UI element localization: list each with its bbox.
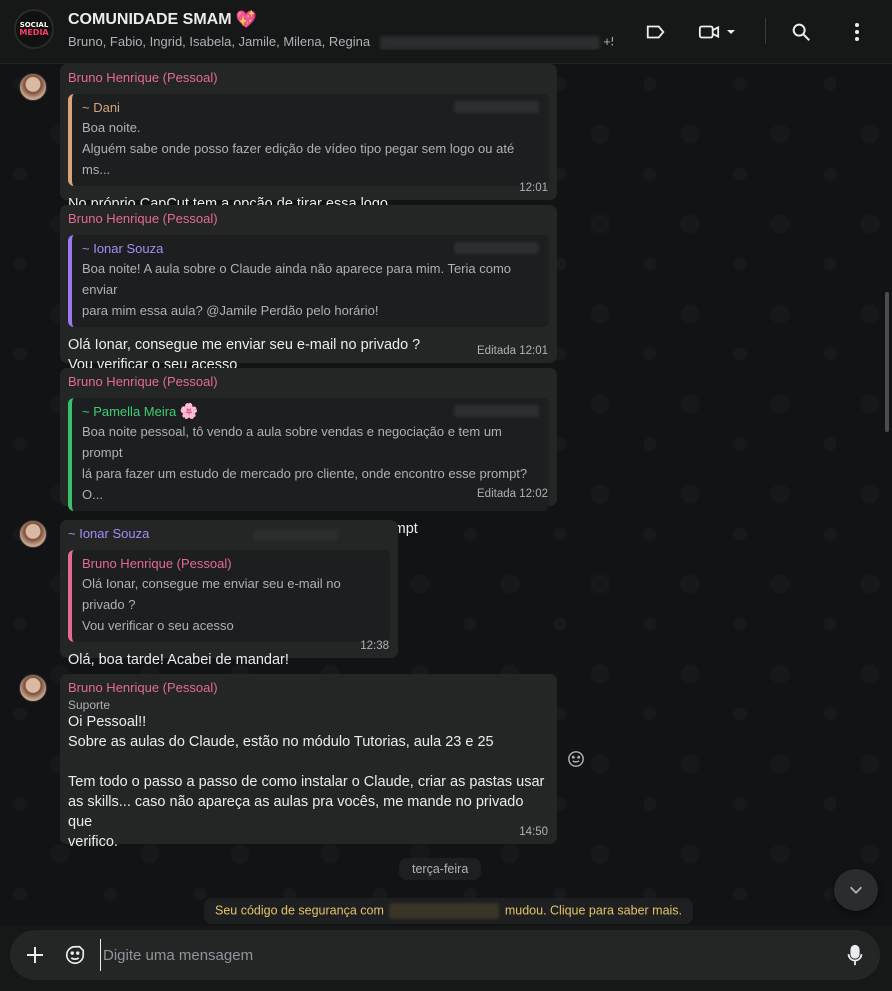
- message-input[interactable]: [100, 939, 820, 971]
- day-divider: terça-feira: [399, 858, 482, 880]
- avatar[interactable]: [19, 73, 47, 101]
- chat-header: SOCIAL MEDIA COMUNIDADE SMAM 💖 Bruno, Fa…: [0, 0, 892, 64]
- message-text: Tem todo o passo a passo de como instala…: [68, 774, 545, 790]
- quote-text: Boa noite.: [82, 120, 141, 135]
- security-code-notice[interactable]: Seu código de segurança com mudou. Cliqu…: [204, 898, 694, 924]
- message-time: Editada 12:02: [477, 488, 548, 500]
- quote-text: Olá Ionar, consegue me enviar seu e-mail…: [82, 576, 341, 612]
- avatar[interactable]: [19, 674, 47, 702]
- quoted-message[interactable]: Bruno Henrique (Pessoal) Olá Ionar, cons…: [68, 550, 390, 642]
- message-bubble[interactable]: Bruno Henrique (Pessoal) ~ Dani Boa noit…: [60, 64, 557, 212]
- avatar[interactable]: [19, 520, 47, 548]
- group-members[interactable]: Bruno, Fabio, Ingrid, Isabela, Jamile, M…: [68, 34, 613, 50]
- message-bubble[interactable]: Bruno Henrique (Pessoal) Suporte Oi Pess…: [60, 674, 557, 850]
- message-text: Oi Pessoal!!: [68, 714, 147, 730]
- quote-text: para mim essa aula? @Jamile Perdão pelo …: [82, 303, 379, 318]
- flower-emoji-icon: 🌸: [179, 403, 199, 420]
- blurred-members: [379, 35, 600, 50]
- message-time: 14:50: [519, 826, 548, 838]
- message-sender[interactable]: Bruno Henrique (Pessoal): [68, 211, 549, 229]
- message-time: 12:38: [360, 640, 389, 652]
- sender-label: Suporte: [68, 698, 111, 712]
- quoted-message[interactable]: ~ Ionar Souza Boa noite! A aula sobre o …: [68, 235, 549, 327]
- message-sender[interactable]: Bruno Henrique (Pessoal): [68, 70, 549, 88]
- message-text: verifico.: [68, 834, 118, 850]
- message-text: [68, 752, 549, 772]
- message-sender[interactable]: Bruno Henrique (Pessoal): [68, 680, 549, 698]
- message-sender[interactable]: Bruno Henrique (Pessoal): [68, 374, 549, 392]
- blurred-phone: [454, 405, 539, 417]
- quote-text: lá para fazer um estudo de mercado pro c…: [82, 466, 528, 502]
- message-sender-name: ~ Ionar Souza: [68, 526, 150, 541]
- header-separator: [765, 18, 766, 44]
- blurred-phone: [454, 101, 539, 113]
- microphone-icon[interactable]: [843, 943, 867, 967]
- search-icon[interactable]: [789, 20, 813, 44]
- heart-emoji-icon: 💖: [235, 10, 257, 29]
- quote-author: Bruno Henrique (Pessoal): [82, 556, 232, 571]
- group-title-text: COMUNIDADE SMAM: [68, 11, 232, 28]
- group-avatar[interactable]: SOCIAL MEDIA: [14, 9, 54, 49]
- blurred-phone: [454, 242, 539, 254]
- message-bubble[interactable]: ~ Ionar Souza Bruno Henrique (Pessoal) O…: [60, 520, 398, 668]
- scroll-down-button[interactable]: [834, 869, 878, 911]
- message-bubble[interactable]: Bruno Henrique (Pessoal) ~ Pamella Meira…: [60, 368, 557, 537]
- label-icon[interactable]: [644, 20, 668, 44]
- more-options-icon[interactable]: [845, 20, 869, 44]
- blurred-phone: [252, 528, 338, 541]
- security-notice-prefix: Seu código de segurança com: [215, 903, 384, 918]
- message-text: as skills... caso não apareça as aulas p…: [68, 794, 524, 830]
- quote-text: Vou verificar o seu acesso: [82, 618, 234, 633]
- group-members-tail: +5...: [603, 34, 613, 49]
- security-notice-suffix: mudou. Clique para saber mais.: [504, 903, 683, 918]
- react-emoji-icon[interactable]: [567, 750, 585, 768]
- group-members-text: Bruno, Fabio, Ingrid, Isabela, Jamile, M…: [68, 34, 371, 49]
- message-sender[interactable]: ~ Ionar Souza: [68, 526, 390, 544]
- quote-text: Alguém sabe onde posso fazer edição de v…: [82, 141, 515, 177]
- scrollbar[interactable]: [885, 292, 889, 432]
- chevron-down-icon[interactable]: [723, 20, 739, 44]
- quote-text: Boa noite! A aula sobre o Claude ainda n…: [82, 261, 512, 297]
- quote-author-name: ~ Pamella Meira: [82, 404, 177, 419]
- group-title[interactable]: COMUNIDADE SMAM 💖: [68, 10, 257, 30]
- message-text: Olá, boa tarde! Acabei de mandar!: [68, 652, 289, 668]
- chat-area[interactable]: Bruno Henrique (Pessoal) ~ Dani Boa noit…: [0, 64, 892, 926]
- message-text: Sobre as aulas do Claude, estão no módul…: [68, 734, 494, 750]
- quoted-message[interactable]: ~ Dani Boa noite. Alguém sabe onde posso…: [68, 94, 549, 186]
- plus-icon[interactable]: [23, 943, 47, 967]
- video-call-icon[interactable]: [696, 20, 722, 44]
- avatar-text-media: MEDIA: [19, 28, 49, 37]
- blurred-contact: [389, 903, 500, 919]
- message-time: Editada 12:01: [477, 345, 548, 357]
- message-time: 12:01: [519, 182, 548, 194]
- message-bubble[interactable]: Bruno Henrique (Pessoal) ~ Ionar Souza B…: [60, 205, 557, 373]
- composer: [0, 926, 892, 991]
- composer-box: [10, 930, 880, 980]
- quote-text: Boa noite pessoal, tô vendo a aula sobre…: [82, 424, 502, 460]
- sticker-icon[interactable]: [63, 943, 87, 967]
